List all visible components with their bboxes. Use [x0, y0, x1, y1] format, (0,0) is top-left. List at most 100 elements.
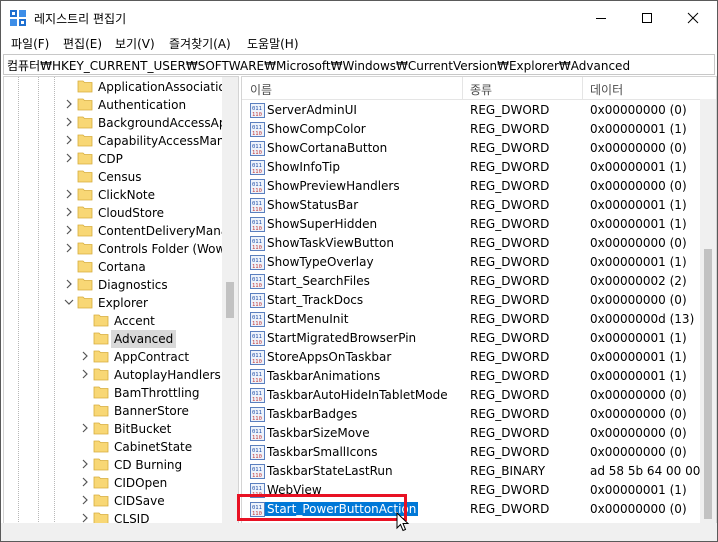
chevron-right-icon[interactable]	[64, 188, 74, 200]
chevron-right-icon[interactable]	[80, 350, 90, 362]
value-data: 0x00000001 (1)	[590, 331, 687, 345]
value-type: REG_DWORD	[470, 274, 550, 288]
chevron-right-icon[interactable]	[80, 368, 90, 380]
value-list-pane[interactable]: 이름 종류 데이터 011 110 ServerAdminUI REG_DWORD 0x…	[241, 76, 717, 525]
value-row[interactable]: 011 110 TaskbarBadges REG_DWORD 0x00000000 (…	[242, 405, 700, 424]
regedit-app-icon	[10, 10, 26, 26]
window-title: 레지스트리 편집기	[34, 12, 127, 26]
menu-favorites[interactable]: 즐겨찾기(A)	[169, 35, 231, 52]
tree-item[interactable]: Advanced	[4, 330, 222, 348]
chevron-right-icon[interactable]	[64, 224, 74, 236]
column-data-header[interactable]: 데이터	[590, 81, 623, 98]
value-row[interactable]: 011 110 TaskbarAnimations REG_DWORD 0x000000…	[242, 367, 700, 386]
tree-item-label: Census	[98, 170, 142, 184]
chevron-right-icon[interactable]	[64, 242, 74, 254]
chevron-right-icon[interactable]	[64, 134, 74, 146]
tree-item[interactable]: ClickNote	[4, 186, 222, 204]
svg-text:110: 110	[252, 397, 262, 403]
tree-item[interactable]: Controls Folder (Wow6	[4, 240, 233, 258]
value-row[interactable]: 011 110 ShowTaskViewButton REG_DWORD 0x00000…	[242, 234, 700, 253]
tree-item[interactable]: CIDSave	[4, 492, 222, 510]
tree-item[interactable]: Authentication	[4, 96, 222, 114]
value-row[interactable]: 011 110 ShowSuperHidden REG_DWORD 0x00000001…	[242, 215, 700, 234]
tree-item[interactable]: AutoplayHandlers	[4, 366, 222, 384]
value-row[interactable]: 011 110 ShowCortanaButton REG_DWORD 0x000000…	[242, 139, 700, 158]
value-row[interactable]: 011 110 TaskbarStateLastRun REG_BINARY ad 58…	[242, 462, 716, 481]
chevron-right-icon[interactable]	[80, 458, 90, 470]
menu-help[interactable]: 도움말(H)	[247, 35, 299, 52]
tree-item[interactable]: CabinetState	[4, 438, 222, 456]
maximize-button[interactable]	[624, 1, 670, 34]
tree-item[interactable]: Diagnostics	[4, 276, 222, 294]
chevron-right-icon[interactable]	[64, 278, 74, 290]
address-bar[interactable]: 컴퓨터₩HKEY_CURRENT_USER₩SOFTWARE₩Microsoft…	[3, 54, 715, 75]
chevron-right-icon[interactable]	[80, 494, 90, 506]
tree-item[interactable]: Census	[4, 168, 222, 186]
column-type-header[interactable]: 종류	[470, 81, 492, 98]
value-row[interactable]: 011 110 ShowCompColor REG_DWORD 0x00000001 (…	[242, 120, 700, 139]
tree-item[interactable]: Cortana	[4, 258, 222, 276]
value-row[interactable]: 011 110 ShowInfoTip REG_DWORD 0x00000001 (1)	[242, 158, 700, 177]
menu-view[interactable]: 보기(V)	[115, 35, 155, 52]
address-path[interactable]: 컴퓨터₩HKEY_CURRENT_USER₩SOFTWARE₩Microsoft…	[7, 57, 630, 74]
value-row[interactable]: 011 110 Start_TrackDocs REG_DWORD 0x00000000…	[242, 291, 700, 310]
chevron-right-icon[interactable]	[64, 98, 74, 110]
svg-text:110: 110	[252, 435, 262, 441]
svg-text:110: 110	[252, 245, 262, 251]
tree-item-label: BitBucket	[114, 422, 172, 436]
value-row[interactable]: 011 110 ServerAdminUI REG_DWORD 0x00000000 (…	[242, 101, 700, 120]
menu-file[interactable]: 파일(F)	[11, 35, 49, 52]
tree-item[interactable]: ApplicationAssociation	[4, 78, 233, 96]
chevron-right-icon[interactable]	[64, 206, 74, 218]
close-button[interactable]	[670, 1, 716, 34]
minimize-button[interactable]	[578, 1, 624, 34]
tree-item[interactable]: BamThrottling	[4, 384, 222, 402]
svg-text:110: 110	[252, 131, 262, 137]
tree-item[interactable]: BitBucket	[4, 420, 222, 438]
value-scrollbar[interactable]	[700, 99, 716, 524]
tree-item[interactable]: CapabilityAccessManag	[4, 132, 238, 150]
value-row[interactable]: 011 110 TaskbarAutoHideInTabletMode REG_DWO…	[242, 386, 700, 405]
value-type: REG_DWORD	[470, 388, 550, 402]
tree-item[interactable]: ContentDeliveryManag	[4, 222, 236, 240]
chevron-right-icon[interactable]	[64, 152, 74, 164]
value-row[interactable]: 011 110 ShowStatusBar REG_DWORD 0x00000001 (…	[242, 196, 700, 215]
value-row[interactable]: 011 110 ShowPreviewHandlers REG_DWORD 0x0000…	[242, 177, 700, 196]
value-row[interactable]: 011 110 Start_SearchFiles REG_DWORD 0x000000…	[242, 272, 700, 291]
binary-icon: 011110	[250, 464, 265, 479]
tree-item-label: CD Burning	[114, 458, 183, 472]
tree-scrollbar-thumb[interactable]	[226, 282, 234, 318]
key-tree-pane[interactable]: ApplicationAssociation Authentication Back…	[3, 76, 239, 525]
value-row[interactable]: 011 110 TaskbarSmallIcons REG_DWORD 0x000000…	[242, 443, 700, 462]
column-divider[interactable]	[582, 77, 583, 99]
tree-item[interactable]: BannerStore	[4, 402, 222, 420]
value-type: REG_DWORD	[470, 198, 550, 212]
value-name: ShowCompColor	[267, 122, 366, 136]
svg-text:110: 110	[252, 112, 262, 118]
tree-item[interactable]: CIDOpen	[4, 474, 222, 492]
value-row[interactable]: 011 110 StartMigratedBrowserPin REG_DWORD 0x…	[242, 329, 700, 348]
tree-item[interactable]: BackgroundAccessApp	[4, 114, 234, 132]
chevron-right-icon[interactable]	[80, 476, 90, 488]
column-divider[interactable]	[462, 77, 463, 99]
dword-icon: 011110	[250, 312, 265, 327]
tree-scrollbar[interactable]	[222, 77, 238, 524]
folder-icon	[93, 458, 109, 471]
tree-item[interactable]: AppContract	[4, 348, 222, 366]
value-row[interactable]: 011 110 ShowTypeOverlay REG_DWORD 0x00000001…	[242, 253, 700, 272]
chevron-down-icon[interactable]	[64, 296, 74, 308]
tree-item[interactable]: CDP	[4, 150, 222, 168]
column-name-header[interactable]: 이름	[250, 81, 272, 98]
chevron-right-icon[interactable]	[80, 422, 90, 434]
menu-edit[interactable]: 편집(E)	[63, 35, 102, 52]
tree-item[interactable]: Accent	[4, 312, 222, 330]
value-row[interactable]: 011 110 StoreAppsOnTaskbar REG_DWORD 0x00000…	[242, 348, 700, 367]
tree-item[interactable]: CD Burning	[4, 456, 222, 474]
value-row[interactable]: 011 110 TaskbarSizeMove REG_DWORD 0x00000000…	[242, 424, 700, 443]
value-row[interactable]: 011 110 StartMenuInit REG_DWORD 0x0000000d (…	[242, 310, 700, 329]
tree-item[interactable]: Explorer	[4, 294, 222, 312]
chevron-right-icon[interactable]	[64, 116, 74, 128]
svg-text:110: 110	[252, 150, 262, 156]
value-scrollbar-thumb[interactable]	[704, 249, 712, 519]
tree-item[interactable]: CloudStore	[4, 204, 222, 222]
